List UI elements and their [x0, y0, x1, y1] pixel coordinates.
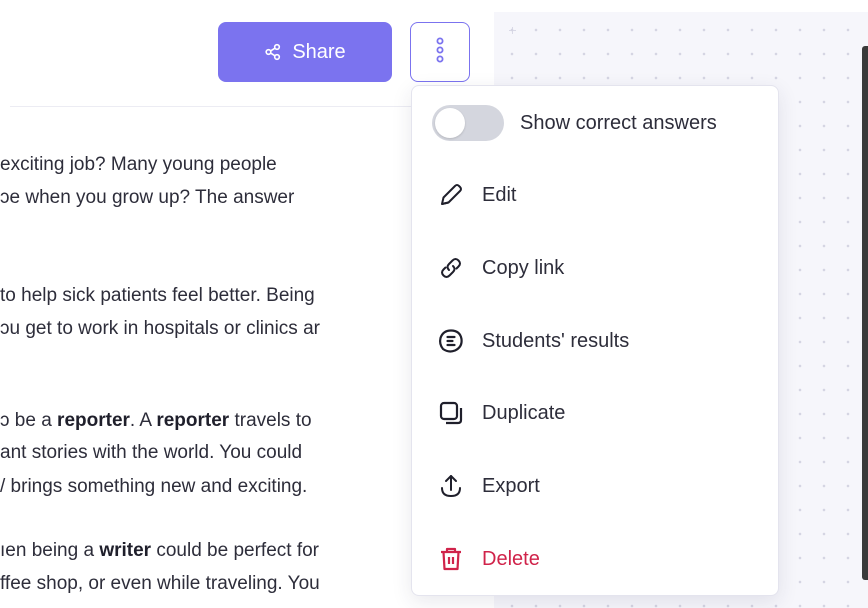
menu-item-edit[interactable]: Edit [436, 175, 756, 215]
show-correct-answers-label: Show correct answers [520, 111, 717, 134]
article-line: ɔ be a reporter. A reporter travels to [0, 406, 312, 436]
article-text-segment: to help sick patients feel better. Being [0, 285, 315, 306]
show-correct-answers-toggle[interactable] [432, 105, 504, 141]
scrollbar-thumb[interactable] [862, 46, 868, 580]
duplicate-icon [436, 398, 466, 428]
article-text-segment: could be perfect for [151, 540, 319, 561]
article-text-segment: ıen being a [0, 540, 100, 561]
article-text-segment: ɔe when you grow up? The answer [0, 187, 295, 208]
share-icon [264, 43, 282, 61]
menu-item-label: Copy link [482, 256, 565, 279]
menu-item-label: Edit [482, 183, 517, 206]
article-text-segment: / brings something new and exciting. [0, 476, 308, 497]
menu-item-export[interactable]: Export [436, 466, 756, 506]
article-text-segment: travels to [229, 410, 312, 431]
article-text-segment: ffee shop, or even while traveling. You [0, 573, 320, 594]
menu-item-label: Export [482, 474, 540, 497]
article-line: ant stories with the world. You could [0, 438, 302, 468]
article-line: exciting job? Many young people [0, 150, 277, 180]
export-icon [436, 471, 466, 501]
article-line: ɔu get to work in hospitals or clinics a… [0, 314, 320, 344]
article-text-segment: . A [129, 410, 157, 431]
article-text-segment: exciting job? Many young people [0, 154, 277, 175]
menu-item-copy-link[interactable]: Copy link [436, 248, 756, 288]
trash-icon [436, 544, 466, 574]
link-icon [436, 253, 466, 283]
menu-item-label: Students' results [482, 329, 630, 352]
article-text-segment: ɔ be a [0, 410, 58, 431]
more-options-button[interactable] [410, 22, 470, 82]
toggle-knob [435, 108, 465, 138]
share-button-label: Share [292, 40, 346, 63]
article-bold-term: reporter [57, 410, 130, 431]
article-line: to help sick patients feel better. Being [0, 281, 315, 311]
menu-item-label: Duplicate [482, 401, 566, 424]
article-line: ıen being a writer could be perfect for [0, 536, 319, 566]
article-bold-term: reporter [156, 410, 230, 431]
options-dropdown-menu: Show correct answers Edit Copy link Stud… [411, 85, 779, 596]
menu-item-label: Delete [482, 547, 540, 570]
results-icon [436, 326, 466, 356]
article-line: ɔe when you grow up? The answer [0, 183, 294, 213]
menu-item-duplicate[interactable]: Duplicate [436, 393, 756, 433]
article-line: / brings something new and exciting. [0, 472, 307, 502]
menu-item-students-results[interactable]: Students' results [436, 321, 756, 361]
article-bold-term: writer [99, 540, 152, 561]
pencil-icon [436, 180, 466, 210]
page: exciting job? Many young people ɔe when … [0, 0, 868, 608]
article-text-segment: ant stories with the world. You could [0, 442, 303, 463]
article-line: ffee shop, or even while traveling. You [0, 569, 320, 599]
menu-item-delete[interactable]: Delete [436, 539, 756, 579]
show-correct-answers-row[interactable]: Show correct answers [432, 104, 717, 142]
kebab-menu-icon [435, 36, 445, 69]
article-text-segment: ɔu get to work in hospitals or clinics a… [0, 318, 320, 339]
share-button[interactable]: Share [218, 22, 392, 82]
